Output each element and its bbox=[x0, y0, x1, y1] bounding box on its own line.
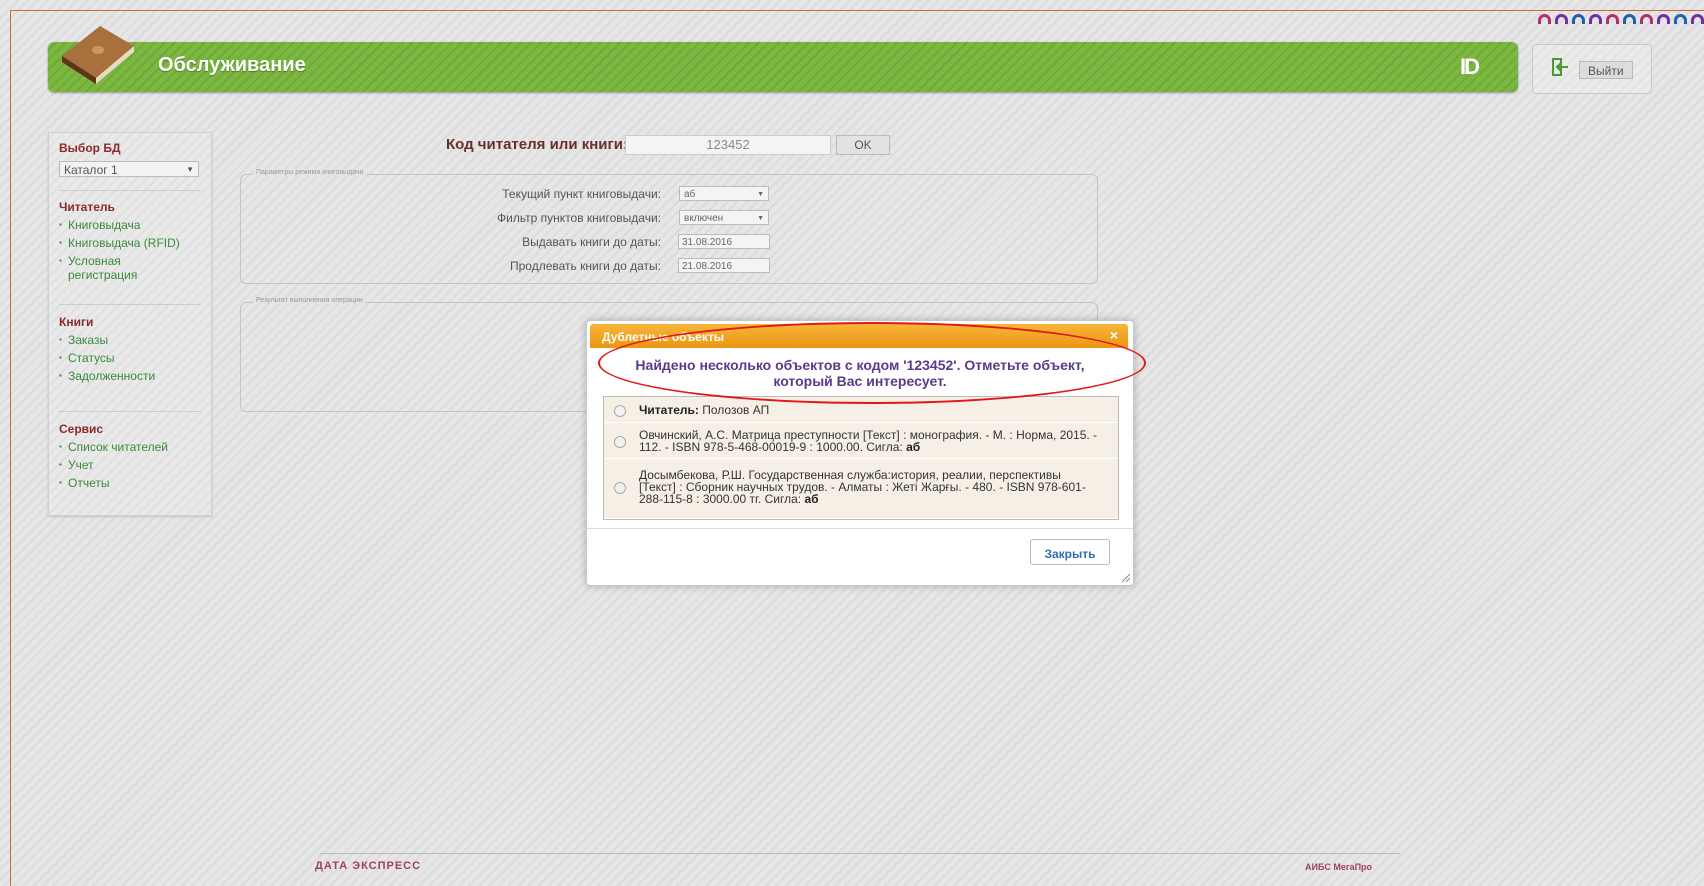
sidebar-item-orders[interactable]: Заказы bbox=[59, 333, 155, 347]
dialog-titlebar[interactable]: Дублетные объекты × bbox=[590, 324, 1128, 348]
dialog-message: Найдено несколько объектов с кодом '1234… bbox=[587, 357, 1133, 389]
book-logo-icon bbox=[62, 26, 134, 84]
sidebar-item-debts[interactable]: Задолженности bbox=[59, 369, 155, 383]
top-decoration bbox=[1538, 14, 1704, 24]
dialog-divider bbox=[587, 528, 1133, 529]
dialog-title: Дублетные объекты bbox=[602, 330, 724, 344]
chevron-down-icon: ▼ bbox=[186, 165, 194, 174]
footer-divider bbox=[320, 853, 1400, 854]
option-text: Читатель: Полозов АП bbox=[639, 403, 770, 417]
issue-until-input[interactable]: 31.08.2016 bbox=[678, 234, 770, 249]
db-select-value: Каталог 1 bbox=[64, 163, 118, 177]
extend-until-label: Продлевать книги до даты: bbox=[510, 259, 661, 273]
page-title: Обслуживание bbox=[158, 54, 306, 76]
dialog-message-line1: Найдено несколько объектов с кодом '1234… bbox=[635, 357, 1085, 373]
extend-until-input[interactable]: 21.08.2016 bbox=[678, 258, 770, 273]
option-text: Досымбекова, Р.Ш. Государственная служба… bbox=[639, 468, 1086, 506]
result-legend: Результат выполнения операции bbox=[253, 297, 366, 304]
sidebar-item-statuses[interactable]: Статусы bbox=[59, 351, 155, 365]
exit-panel: Выйти bbox=[1532, 44, 1652, 94]
divider bbox=[59, 411, 201, 412]
db-heading: Выбор БД bbox=[59, 141, 121, 155]
resize-grip-icon[interactable] bbox=[1121, 573, 1131, 583]
sidebar-item-circulation-rfid[interactable]: Книговыдача (RFID) bbox=[59, 236, 180, 250]
chevron-down-icon: ▼ bbox=[757, 215, 764, 222]
issue-until-label: Выдавать книги до даты: bbox=[522, 235, 661, 249]
close-icon[interactable]: × bbox=[1110, 327, 1118, 343]
option-radio[interactable] bbox=[614, 436, 626, 448]
code-label: Код читателя или книги: bbox=[446, 136, 628, 153]
current-point-select[interactable]: аб ▼ bbox=[679, 186, 769, 201]
option-radio[interactable] bbox=[614, 482, 626, 494]
filter-label: Фильтр пунктов книговыдачи: bbox=[497, 211, 661, 225]
params-legend: Параметры режима книговыдачи bbox=[253, 169, 367, 176]
current-point-label: Текущий пункт книговыдачи: bbox=[502, 187, 661, 201]
sidebar-item-reports[interactable]: Отчеты bbox=[59, 476, 168, 490]
current-point-value: аб bbox=[684, 189, 696, 200]
reader-heading: Читатель bbox=[59, 200, 115, 214]
filter-select[interactable]: включен ▼ bbox=[679, 210, 769, 225]
divider bbox=[59, 190, 201, 191]
code-input[interactable]: 123452 bbox=[625, 135, 831, 155]
list-item[interactable]: Досымбекова, Р.Ш. Государственная служба… bbox=[604, 459, 1118, 519]
sidebar-item-accounting[interactable]: Учет bbox=[59, 458, 168, 472]
params-fieldset: Параметры режима книговыдачи Текущий пун… bbox=[240, 169, 1098, 284]
option-text: Овчинский, А.С. Матрица преступности [Те… bbox=[639, 428, 1098, 454]
filter-value: включен bbox=[684, 213, 724, 224]
books-heading: Книги bbox=[59, 315, 94, 329]
sidebar-item-conditional-registration[interactable]: Условная регистрация bbox=[59, 254, 158, 282]
chevron-down-icon: ▼ bbox=[757, 191, 764, 198]
reader-menu: Книговыдача Книговыдача (RFID) Условная … bbox=[59, 218, 180, 286]
duplicate-objects-dialog: Дублетные объекты × Найдено несколько об… bbox=[586, 320, 1134, 586]
close-button[interactable]: Закрыть bbox=[1030, 539, 1110, 565]
brand-mark: ID bbox=[1460, 54, 1480, 79]
db-select[interactable]: Каталог 1 ▼ bbox=[59, 161, 199, 177]
option-radio[interactable] bbox=[614, 405, 626, 417]
sidebar-item-readers-list[interactable]: Список читателей bbox=[59, 440, 168, 454]
object-options-list: Читатель: Полозов АП Овчинский, А.С. Мат… bbox=[603, 396, 1119, 520]
books-menu: Заказы Статусы Задолженности bbox=[59, 333, 155, 387]
exit-icon[interactable] bbox=[1551, 58, 1569, 76]
list-item[interactable]: Овчинский, А.С. Матрица преступности [Те… bbox=[604, 423, 1118, 459]
service-heading: Сервис bbox=[59, 422, 104, 436]
ok-button[interactable]: OK bbox=[836, 135, 890, 155]
dialog-message-line2: который Вас интересует. bbox=[773, 373, 947, 389]
data-express-logo: ДАТА ЭКСПРЕСС bbox=[315, 860, 422, 872]
sidebar-item-circulation[interactable]: Книговыдача bbox=[59, 218, 180, 232]
list-item[interactable]: Читатель: Полозов АП bbox=[604, 397, 1118, 423]
logout-button[interactable]: Выйти bbox=[1579, 61, 1633, 79]
megapro-logo: АИБС МегаПро bbox=[1305, 862, 1373, 872]
service-menu: Список читателей Учет Отчеты bbox=[59, 440, 168, 494]
sidebar: Выбор БД Каталог 1 ▼ Читатель Книговыдач… bbox=[48, 132, 212, 516]
divider bbox=[59, 304, 201, 305]
